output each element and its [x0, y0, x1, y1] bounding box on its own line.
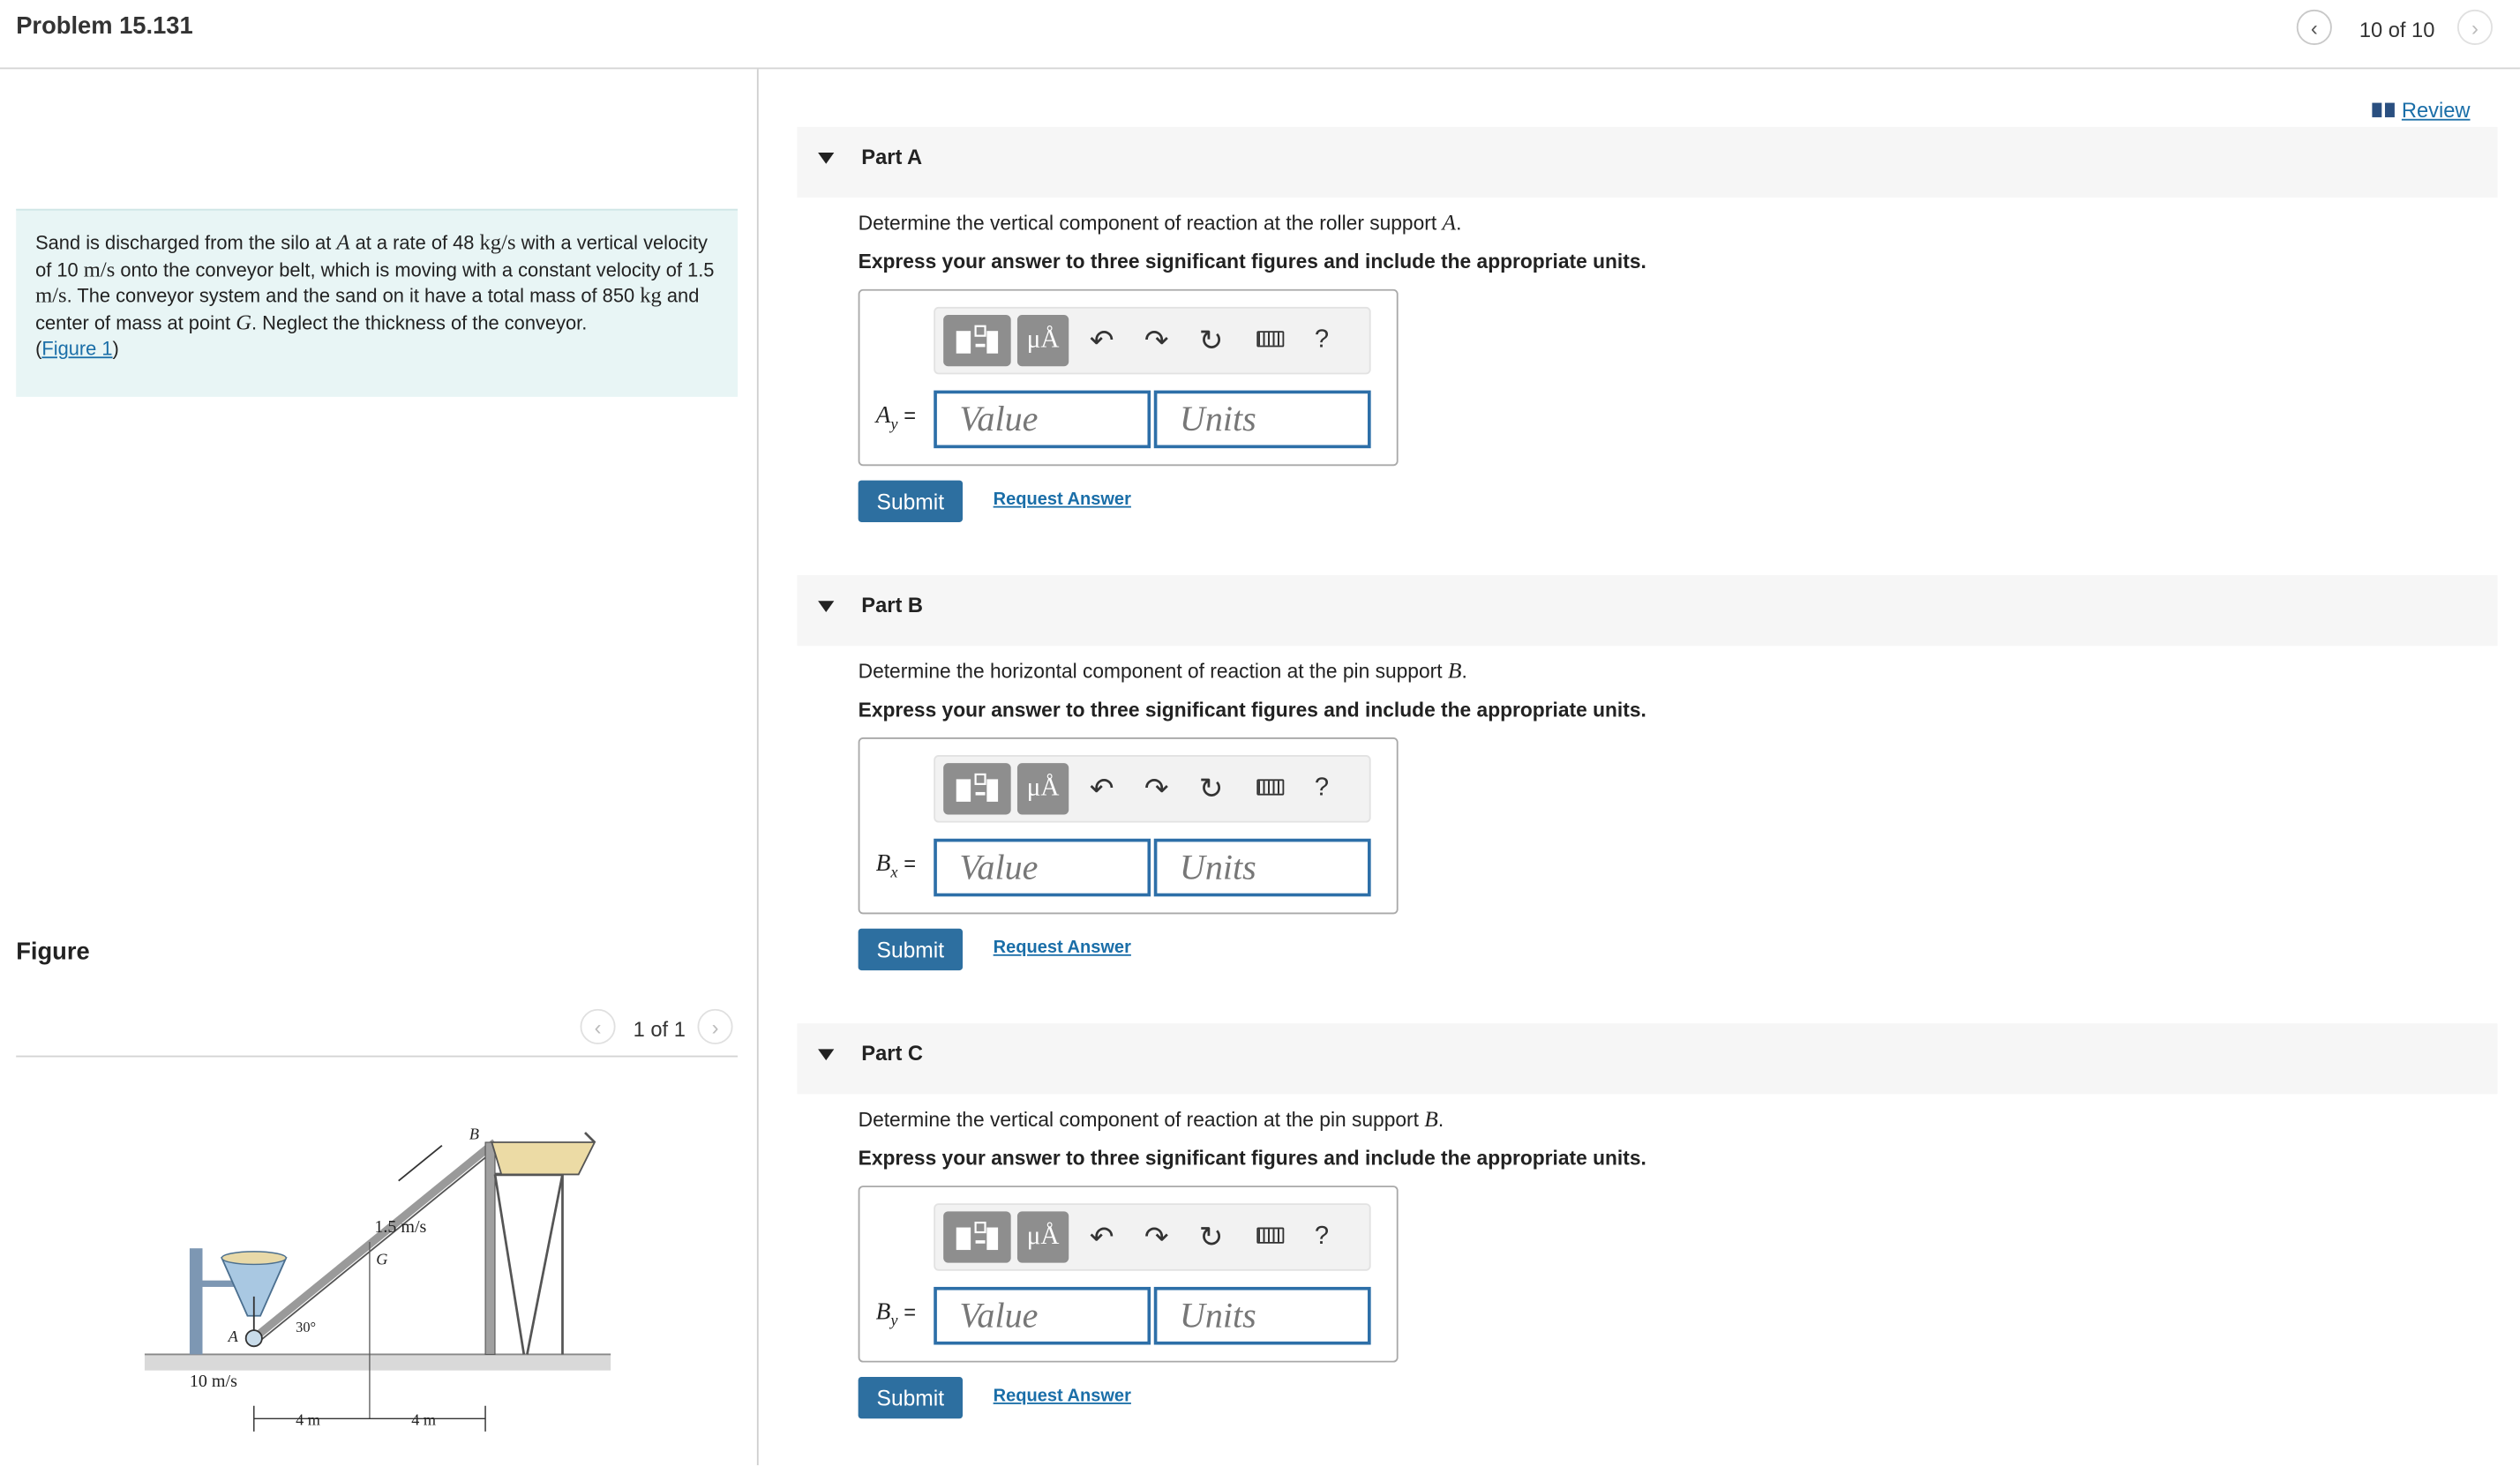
figure-pager: 1 of 1 — [633, 1016, 686, 1042]
templates-icon[interactable] — [943, 763, 1011, 815]
collapse-triangle-icon — [818, 1049, 835, 1061]
sand-top — [221, 1251, 287, 1266]
figure-title: Figure — [16, 938, 90, 966]
right-panel: Review Part A Determine the vertical com… — [759, 69, 2520, 1465]
keyboard-icon[interactable] — [1256, 331, 1285, 348]
conveyor-belt — [251, 1139, 498, 1342]
figure-link[interactable]: Figure 1 — [41, 337, 112, 359]
label-G: G — [376, 1250, 387, 1268]
review-link[interactable]: Review — [2373, 98, 2470, 122]
label-dim-1: 4 m — [296, 1411, 320, 1429]
help-icon[interactable]: ? — [1315, 1221, 1329, 1253]
label-A: A — [228, 1328, 239, 1345]
templates-icon[interactable] — [943, 1211, 1011, 1263]
part-a-submit-button[interactable]: Submit — [858, 480, 964, 522]
chevron-left-icon: ‹ — [2310, 15, 2318, 40]
redo-icon[interactable]: ↷ — [1144, 773, 1168, 804]
part-a-answer-box: μÅ ↶ ↷ ↻ ? Ay = Value Units — [858, 288, 1399, 467]
label-speed-sand: 10 m/s — [190, 1372, 237, 1391]
part-b-variable: Bx = — [875, 851, 917, 882]
label-dim-2: 4 m — [411, 1411, 436, 1429]
part-c-submit-button[interactable]: Submit — [858, 1376, 964, 1419]
math-toolbar: μÅ ↶ ↷ ↻ ? — [934, 1203, 1371, 1271]
part-c-units-input[interactable]: Units — [1153, 1286, 1371, 1345]
problem-title: Problem 15.131 — [16, 12, 193, 41]
left-panel: Sand is discharged from the silo at A at… — [0, 69, 757, 1465]
ground — [144, 1354, 611, 1371]
part-b-header[interactable]: Part B — [797, 575, 2498, 647]
part-b-value-input[interactable]: Value — [934, 838, 1151, 897]
roller-A — [244, 1329, 263, 1348]
units-button[interactable]: μÅ — [1016, 1211, 1069, 1263]
book-icon — [2373, 102, 2396, 117]
part-c-instruction: Express your answer to three significant… — [858, 1147, 1646, 1170]
part-b-request-answer[interactable]: Request Answer — [994, 939, 1131, 958]
templates-icon[interactable] — [943, 314, 1011, 367]
belt-velocity-arrow — [398, 1144, 443, 1182]
frame-brace-2 — [526, 1174, 564, 1355]
units-button[interactable]: μÅ — [1016, 314, 1069, 367]
problem-pager: 10 of 10 — [2359, 18, 2435, 42]
help-icon[interactable]: ? — [1315, 773, 1329, 804]
part-c-request-answer[interactable]: Request Answer — [994, 1387, 1131, 1406]
part-b-submit-button[interactable]: Submit — [858, 928, 964, 971]
next-problem-button[interactable]: › — [2456, 9, 2493, 45]
reset-icon[interactable]: ↻ — [1199, 325, 1223, 356]
chevron-right-icon: › — [2471, 15, 2479, 40]
part-b-answer-box: μÅ ↶ ↷ ↻ ? Bx = Value Units — [858, 737, 1399, 915]
redo-icon[interactable]: ↷ — [1144, 325, 1168, 356]
math-toolbar: μÅ ↶ ↷ ↻ ? — [934, 755, 1371, 823]
label-angle: 30° — [296, 1319, 316, 1335]
part-c-header[interactable]: Part C — [797, 1023, 2498, 1095]
part-c-question: Determine the vertical component of reac… — [858, 1108, 1444, 1133]
problem-statement: Sand is discharged from the silo at A at… — [16, 208, 739, 397]
keyboard-icon[interactable] — [1256, 1227, 1285, 1244]
prev-problem-button[interactable]: ‹ — [2296, 9, 2332, 45]
part-c-answer-box: μÅ ↶ ↷ ↻ ? By = Value Units — [858, 1186, 1399, 1363]
belt-edge — [256, 1146, 499, 1344]
part-c-variable: By = — [875, 1299, 917, 1331]
figure-next-button[interactable]: › — [697, 1008, 733, 1044]
redo-icon[interactable]: ↷ — [1144, 1221, 1168, 1253]
part-a-instruction: Express your answer to three significant… — [858, 251, 1646, 273]
top-bar: Problem 15.131 ‹ 10 of 10 › — [0, 0, 2520, 70]
silo-post — [189, 1248, 203, 1355]
sand-bin — [491, 1141, 596, 1176]
support-post-B — [484, 1141, 496, 1355]
part-a-variable: Ay = — [875, 403, 917, 434]
bin-edge — [584, 1132, 596, 1143]
undo-icon[interactable]: ↶ — [1090, 325, 1114, 356]
part-b-instruction: Express your answer to three significant… — [858, 699, 1646, 722]
part-a-header[interactable]: Part A — [797, 126, 2498, 198]
frame-brace-1 — [493, 1174, 526, 1355]
collapse-triangle-icon — [818, 153, 835, 164]
chevron-left-icon: ‹ — [594, 1014, 602, 1039]
part-c-value-input[interactable]: Value — [934, 1286, 1151, 1345]
help-icon[interactable]: ? — [1315, 325, 1329, 356]
reset-icon[interactable]: ↻ — [1199, 773, 1223, 804]
part-a-request-answer[interactable]: Request Answer — [994, 490, 1131, 510]
collapse-triangle-icon — [818, 601, 835, 612]
math-toolbar: μÅ ↶ ↷ ↻ ? — [934, 306, 1371, 375]
label-speed-belt: 1.5 m/s — [374, 1217, 426, 1237]
part-a-value-input[interactable]: Value — [934, 390, 1151, 449]
part-b-question: Determine the horizontal component of re… — [858, 660, 1467, 684]
part-a-units-input[interactable]: Units — [1153, 390, 1371, 449]
reset-icon[interactable]: ↻ — [1199, 1221, 1223, 1253]
undo-icon[interactable]: ↶ — [1090, 1221, 1114, 1253]
chevron-right-icon: › — [711, 1014, 719, 1039]
label-B: B — [469, 1125, 479, 1142]
part-a-question: Determine the vertical component of reac… — [858, 212, 1462, 236]
part-b-units-input[interactable]: Units — [1153, 838, 1371, 897]
keyboard-icon[interactable] — [1256, 779, 1285, 796]
undo-icon[interactable]: ↶ — [1090, 773, 1114, 804]
units-button[interactable]: μÅ — [1016, 763, 1069, 815]
conveyor-figure: 1.5 m/s B G A 30° 10 m/s 4 m 4 m — [144, 1125, 611, 1432]
